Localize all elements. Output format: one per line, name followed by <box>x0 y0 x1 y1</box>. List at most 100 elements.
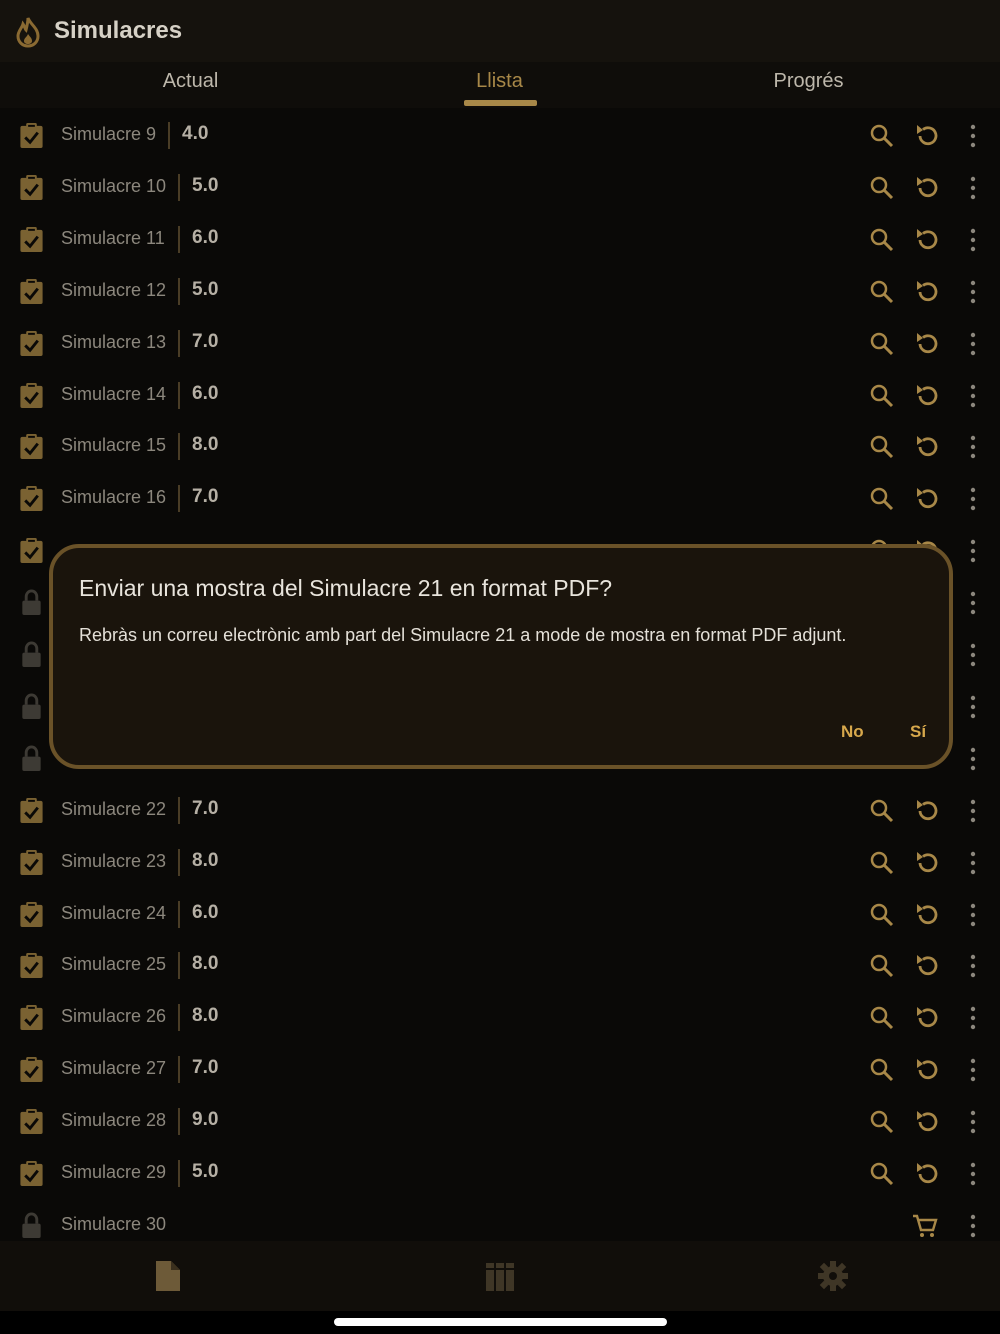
more-options-icon[interactable] <box>962 694 984 720</box>
item-name: Simulacre 25 <box>61 954 167 975</box>
list-item[interactable]: Simulacre 27 7.0 <box>0 1044 1000 1096</box>
home-indicator[interactable] <box>334 1318 667 1326</box>
score-divider <box>178 1160 180 1187</box>
tab-actual[interactable]: Actual <box>24 62 357 108</box>
more-options-icon[interactable] <box>962 642 984 668</box>
search-icon[interactable] <box>869 486 895 512</box>
list-item[interactable]: Simulacre 24 6.0 <box>0 889 1000 941</box>
search-icon[interactable] <box>869 175 895 201</box>
search-icon[interactable] <box>869 1005 895 1031</box>
no-button[interactable]: No <box>841 722 864 742</box>
list-item[interactable]: Simulacre 23 8.0 <box>0 837 1000 889</box>
clipboard-check-icon <box>20 1005 43 1031</box>
more-options-icon[interactable] <box>962 175 984 201</box>
more-options-icon[interactable] <box>962 1005 984 1031</box>
app-title: Simulacres <box>54 17 183 44</box>
more-options-icon[interactable] <box>962 538 984 564</box>
more-options-icon[interactable] <box>962 279 984 305</box>
search-icon[interactable] <box>869 1057 895 1083</box>
search-icon[interactable] <box>869 123 895 149</box>
item-name: Simulacre 29 <box>61 1162 167 1182</box>
more-options-icon[interactable] <box>962 850 984 876</box>
list-item[interactable]: Simulacre 14 6.0 <box>0 370 1000 422</box>
list-item[interactable]: Simulacre 11 6.0 <box>0 214 1000 266</box>
list-item[interactable]: Simulacre 16 7.0 <box>0 473 1000 525</box>
yes-button[interactable]: Sí <box>910 722 926 742</box>
more-options-icon[interactable] <box>962 1161 984 1187</box>
replay-icon[interactable] <box>914 798 940 824</box>
item-score: 8.0 <box>192 434 219 456</box>
replay-icon[interactable] <box>914 1109 940 1135</box>
more-options-icon[interactable] <box>962 434 984 460</box>
clipboard-check-icon <box>20 174 43 200</box>
search-icon[interactable] <box>869 1109 895 1135</box>
score-divider <box>178 225 180 253</box>
search-icon[interactable] <box>869 1161 895 1187</box>
search-icon[interactable] <box>869 331 895 357</box>
dialog-message: Rebràs un correu electrònic amb part del… <box>79 625 847 645</box>
search-icon[interactable] <box>869 383 895 409</box>
more-options-icon[interactable] <box>962 383 984 409</box>
clipboard-check-icon <box>20 1057 43 1083</box>
list-item[interactable]: Simulacre 13 7.0 <box>0 318 1000 370</box>
replay-icon[interactable] <box>914 175 940 201</box>
more-options-icon[interactable] <box>962 1109 984 1135</box>
replay-icon[interactable] <box>914 434 940 460</box>
clipboard-check-icon <box>20 278 43 304</box>
search-icon[interactable] <box>869 279 895 305</box>
search-icon[interactable] <box>869 798 895 824</box>
replay-icon[interactable] <box>914 279 940 305</box>
replay-icon[interactable] <box>914 1161 940 1187</box>
more-options-icon[interactable] <box>962 798 984 824</box>
search-icon[interactable] <box>869 227 895 253</box>
more-options-icon[interactable] <box>962 331 984 357</box>
replay-icon[interactable] <box>914 383 940 409</box>
more-options-icon[interactable] <box>962 123 984 149</box>
search-icon[interactable] <box>869 902 895 928</box>
list-item[interactable]: Simulacre 12 5.0 <box>0 266 1000 318</box>
replay-icon[interactable] <box>914 1005 940 1031</box>
item-name: Simulacre 24 <box>61 902 167 923</box>
list-item[interactable]: Simulacre 9 4.0 <box>0 110 1000 162</box>
tab-progres[interactable]: Progrés <box>642 62 975 108</box>
score-divider <box>168 122 170 149</box>
replay-icon[interactable] <box>914 1057 940 1083</box>
clipboard-check-icon <box>20 486 43 512</box>
more-options-icon[interactable] <box>962 746 984 772</box>
more-options-icon[interactable] <box>962 1057 984 1083</box>
more-options-icon[interactable] <box>962 1213 984 1239</box>
search-icon[interactable] <box>869 434 895 460</box>
cart-icon[interactable] <box>912 1213 938 1239</box>
library-icon[interactable] <box>484 1259 516 1293</box>
item-name: Simulacre 12 <box>61 279 167 300</box>
document-icon[interactable] <box>152 1259 184 1293</box>
more-options-icon[interactable] <box>962 953 984 979</box>
more-options-icon[interactable] <box>962 486 984 512</box>
search-icon[interactable] <box>869 850 895 876</box>
replay-icon[interactable] <box>914 227 940 253</box>
list-item[interactable]: Simulacre 10 5.0 <box>0 162 1000 214</box>
list-item[interactable]: Simulacre 28 9.0 <box>0 1096 1000 1148</box>
item-name: Simulacre 30 <box>61 1213 167 1234</box>
list-item[interactable]: Simulacre 26 8.0 <box>0 992 1000 1044</box>
list-item[interactable]: Simulacre 25 8.0 <box>0 940 1000 992</box>
score-divider <box>178 900 180 928</box>
list-item[interactable]: Simulacre 22 7.0 <box>0 785 1000 837</box>
item-name: Simulacre 10 <box>61 175 167 196</box>
item-name: Simulacre 16 <box>61 487 167 508</box>
replay-icon[interactable] <box>914 850 940 876</box>
replay-icon[interactable] <box>914 123 940 149</box>
more-options-icon[interactable] <box>962 902 984 928</box>
replay-icon[interactable] <box>914 486 940 512</box>
tab-indicator <box>464 100 537 106</box>
search-icon[interactable] <box>869 953 895 979</box>
score-divider <box>178 1056 180 1084</box>
more-options-icon[interactable] <box>962 590 984 616</box>
list-item[interactable]: Simulacre 29 5.0 <box>0 1148 1000 1200</box>
list-item[interactable]: Simulacre 15 8.0 <box>0 421 1000 473</box>
settings-icon[interactable] <box>817 1259 849 1293</box>
replay-icon[interactable] <box>914 953 940 979</box>
more-options-icon[interactable] <box>962 227 984 253</box>
replay-icon[interactable] <box>914 902 940 928</box>
replay-icon[interactable] <box>914 331 940 357</box>
